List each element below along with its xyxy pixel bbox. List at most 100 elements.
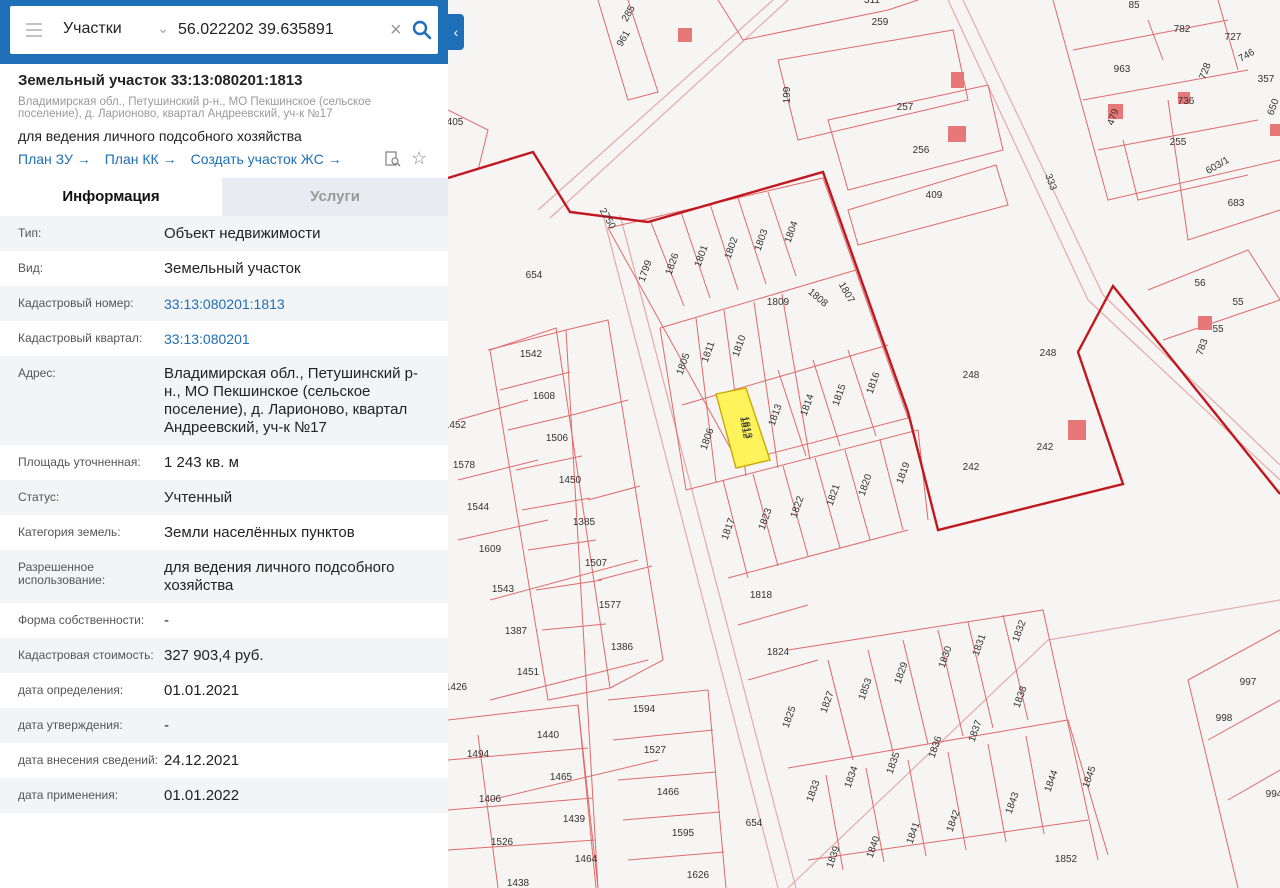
info-key: дата применения: bbox=[18, 788, 119, 802]
parcel-label: 1507 bbox=[585, 558, 608, 569]
plan-kk-link[interactable]: План КК → bbox=[105, 151, 177, 167]
parcel-label: 1815 bbox=[831, 382, 849, 407]
parcel-label: 783 bbox=[1195, 337, 1211, 357]
parcel-label: 1806 bbox=[699, 426, 717, 451]
cadastral-quarter-link[interactable]: 33:13:080201 bbox=[164, 330, 430, 348]
parcel-label: 55 bbox=[1232, 297, 1244, 308]
create-parcel-link[interactable]: Создать участок ЖС → bbox=[191, 151, 342, 167]
info-row: Кадастровый квартал: 33:13:080201 bbox=[0, 321, 448, 356]
plan-zu-link[interactable]: План ЗУ → bbox=[18, 151, 91, 167]
info-key: дата внесения сведений: bbox=[18, 753, 158, 767]
report-icon[interactable] bbox=[385, 151, 401, 167]
star-icon[interactable]: ☆ bbox=[411, 148, 427, 169]
cadastral-map[interactable]: 961 285 311 259 199 257 256 409 405 2750 654 1799 18… bbox=[448, 0, 1280, 888]
parcel-label: 1799 bbox=[637, 258, 655, 283]
info-row: Вид: Земельный участок bbox=[0, 251, 448, 286]
parcel-label: 1807 bbox=[836, 280, 857, 305]
info-key: дата определения: bbox=[18, 683, 124, 697]
info-value: 1 243 кв. м bbox=[164, 454, 239, 471]
info-row: дата применения: 01.01.2022 bbox=[0, 778, 448, 813]
map-canvas[interactable]: 961 285 311 259 199 257 256 409 405 2750 654 1799 18… bbox=[448, 0, 1280, 888]
parcel-label: 683 bbox=[1228, 198, 1245, 209]
parcel-label: 55 bbox=[1212, 324, 1224, 335]
parcel-label: 1830 bbox=[937, 644, 955, 669]
parcel-label: 242 bbox=[1037, 442, 1054, 453]
parcel-label: 1822 bbox=[789, 494, 807, 519]
parcel-label: 1834 bbox=[843, 764, 861, 789]
info-key: Форма собственности: bbox=[18, 613, 145, 627]
info-key: Тип: bbox=[18, 226, 42, 240]
parcel-label: 1385 bbox=[573, 517, 596, 528]
parcel-label: 1823 bbox=[757, 506, 775, 531]
parcel-label: 1506 bbox=[546, 433, 569, 444]
parcel-label: 1450 bbox=[559, 475, 582, 486]
parcel-label: 1387 bbox=[505, 626, 528, 637]
parcel-label: 1386 bbox=[611, 642, 634, 653]
parcel-label: 650 bbox=[1266, 97, 1280, 117]
info-key: Вид: bbox=[18, 261, 44, 275]
parcel-label: 961 bbox=[615, 28, 633, 48]
parcel-label: 248 bbox=[963, 370, 980, 381]
parcel-label: 409 bbox=[926, 190, 943, 201]
tab-information[interactable]: Информация bbox=[0, 178, 222, 216]
parcel-label: 333 bbox=[1042, 172, 1058, 192]
parcel-label: 746 bbox=[1237, 47, 1257, 65]
info-row: Разрешенное использование: для ведения ли… bbox=[0, 550, 448, 603]
parcel-label: 1595 bbox=[672, 828, 695, 839]
info-row: Категория земель: Земли населённых пункто… bbox=[0, 515, 448, 550]
parcel-label: 1438 bbox=[507, 878, 530, 888]
search-icon[interactable] bbox=[412, 20, 432, 40]
parcel-label: 1626 bbox=[687, 870, 710, 881]
info-row: дата внесения сведений: 24.12.2021 bbox=[0, 743, 448, 778]
parcel-label: 1845 bbox=[1081, 764, 1099, 789]
info-key: Кадастровая стоимость: bbox=[18, 648, 154, 662]
parcel-label: 1439 bbox=[563, 814, 586, 825]
layer-select[interactable]: Участки ⌄ bbox=[63, 20, 169, 42]
info-key: дата утверждения: bbox=[18, 718, 123, 732]
info-key: Статус: bbox=[18, 490, 60, 504]
parcel-label: 728 bbox=[1198, 61, 1214, 81]
parcel-label: 1803 bbox=[753, 227, 771, 252]
info-key: Категория земель: bbox=[18, 525, 121, 539]
parcel-label: 1840 bbox=[865, 834, 883, 859]
parcel-label: 1841 bbox=[905, 820, 923, 845]
info-value: Земли населённых пунктов bbox=[164, 524, 355, 541]
parcel-label: 997 bbox=[1240, 677, 1257, 688]
parcel-label: 1820 bbox=[857, 472, 875, 497]
tabs: Информация Услуги bbox=[0, 178, 448, 216]
parcel-label: 285 bbox=[620, 3, 638, 23]
parcel-label: 1827 bbox=[819, 689, 837, 714]
info-value: - bbox=[164, 717, 169, 734]
info-key: Кадастровый номер: bbox=[18, 296, 134, 310]
search-input[interactable] bbox=[178, 18, 376, 42]
info-value: Земельный участок bbox=[164, 260, 301, 277]
parcel-label: 1829 bbox=[893, 660, 911, 685]
info-key: Адрес: bbox=[18, 366, 56, 380]
parcel-label: 311 bbox=[864, 0, 880, 6]
parcel-label: 654 bbox=[526, 270, 543, 281]
tab-services[interactable]: Услуги bbox=[222, 178, 448, 216]
parcel-label: 1832 bbox=[1011, 618, 1029, 643]
menu-icon[interactable] bbox=[26, 23, 42, 37]
close-icon[interactable]: × bbox=[390, 20, 402, 40]
parcel-label: 1452 bbox=[448, 420, 467, 431]
parcel-label: 1808 bbox=[806, 287, 830, 310]
parcel-label: 1837 bbox=[967, 718, 985, 743]
parcel-label: 654 bbox=[746, 818, 763, 829]
parcel-label: 1406 bbox=[479, 794, 502, 805]
parcel-label: 1814 bbox=[799, 392, 817, 417]
info-value: 01.01.2021 bbox=[164, 682, 240, 699]
info-row: дата определения: 01.01.2021 bbox=[0, 673, 448, 708]
info-key: Кадастровый квартал: bbox=[18, 331, 143, 345]
parcel-label: 1801 bbox=[693, 243, 711, 268]
collapse-panel-button[interactable]: ‹ bbox=[448, 14, 464, 50]
parcel-label: 1809 bbox=[767, 297, 790, 308]
parcel-label: 603/1 bbox=[1204, 155, 1232, 177]
parcel-label: 1527 bbox=[644, 745, 667, 756]
cadastral-number-link[interactable]: 33:13:080201:1813 bbox=[164, 295, 430, 313]
parcel-label: 1542 bbox=[520, 349, 543, 360]
info-row: Тип: Объект недвижимости bbox=[0, 216, 448, 251]
parcel-label: 1426 bbox=[448, 682, 468, 693]
parcel-label: 1466 bbox=[657, 787, 680, 798]
parcel-label: 1824 bbox=[767, 647, 790, 658]
